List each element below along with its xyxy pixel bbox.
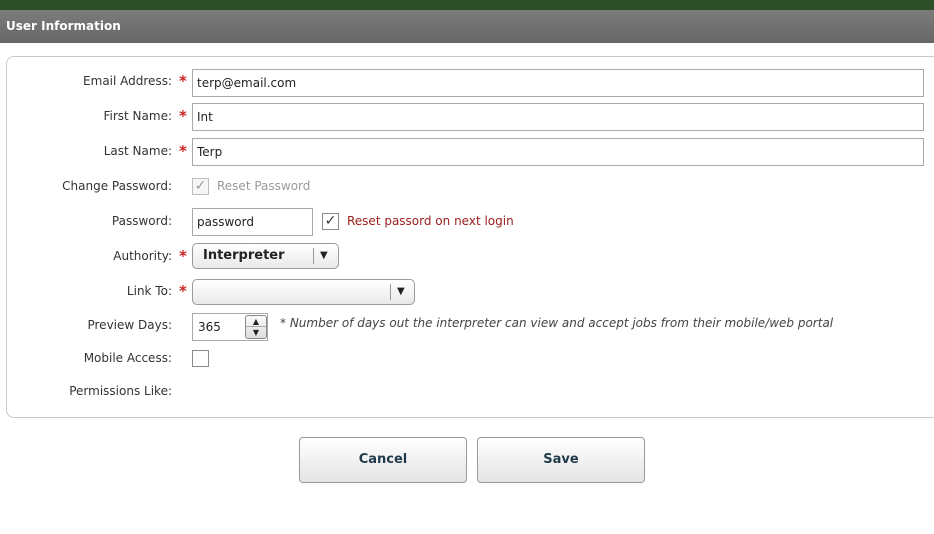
- authority-label: Authority:: [113, 249, 172, 263]
- authority-required-icon: *: [179, 247, 187, 265]
- decrement-arrow-icon[interactable]: ▼: [246, 327, 266, 338]
- password-label: Password:: [111, 214, 172, 228]
- first-name-input[interactable]: Int: [192, 103, 924, 131]
- chevron-down-icon: ▼: [397, 286, 405, 297]
- preview-days-note: * Number of days out the interpreter can…: [280, 316, 834, 330]
- last-name-required-icon: *: [179, 142, 187, 160]
- save-button[interactable]: Save: [477, 437, 645, 483]
- preview-days-spin-buttons[interactable]: ▲ ▼: [245, 315, 267, 339]
- reset-on-login-checkbox[interactable]: ✓: [322, 213, 339, 230]
- reset-on-login-label: Reset passord on next login: [347, 214, 514, 228]
- permissions-like-label: Permissions Like:: [69, 384, 172, 398]
- link-to-required-icon: *: [179, 282, 187, 300]
- authority-selected-value: Interpreter: [203, 248, 285, 263]
- chevron-down-icon: ▼: [320, 250, 328, 261]
- change-password-label: Change Password:: [62, 179, 172, 193]
- first-name-label: First Name:: [103, 109, 172, 123]
- top-bar: [0, 0, 934, 10]
- mobile-access-checkbox[interactable]: [192, 350, 209, 367]
- email-label: Email Address:: [83, 74, 172, 88]
- link-to-select[interactable]: ▼: [192, 279, 415, 305]
- password-input[interactable]: password: [192, 208, 313, 236]
- last-name-label: Last Name:: [103, 144, 172, 158]
- reset-password-checkbox[interactable]: ✓: [192, 178, 209, 195]
- link-to-select-divider: [390, 284, 391, 300]
- preview-days-value: 365: [198, 320, 221, 334]
- section-title: User Information: [6, 19, 121, 33]
- preview-days-label: Preview Days:: [87, 318, 172, 332]
- mobile-access-label: Mobile Access:: [83, 351, 172, 365]
- last-name-input[interactable]: Terp: [192, 138, 924, 166]
- cancel-button[interactable]: Cancel: [299, 437, 467, 483]
- authority-select[interactable]: Interpreter ▼: [192, 243, 339, 269]
- email-required-icon: *: [179, 72, 187, 90]
- authority-select-divider: [313, 248, 314, 264]
- reset-password-label: Reset Password: [217, 179, 311, 193]
- link-to-label: Link To:: [126, 284, 172, 298]
- email-input[interactable]: terp@email.com: [192, 69, 924, 97]
- preview-days-stepper[interactable]: 365 ▲ ▼: [192, 313, 268, 341]
- section-header: User Information: [0, 10, 934, 43]
- increment-arrow-icon[interactable]: ▲: [246, 316, 266, 327]
- first-name-required-icon: *: [179, 107, 187, 125]
